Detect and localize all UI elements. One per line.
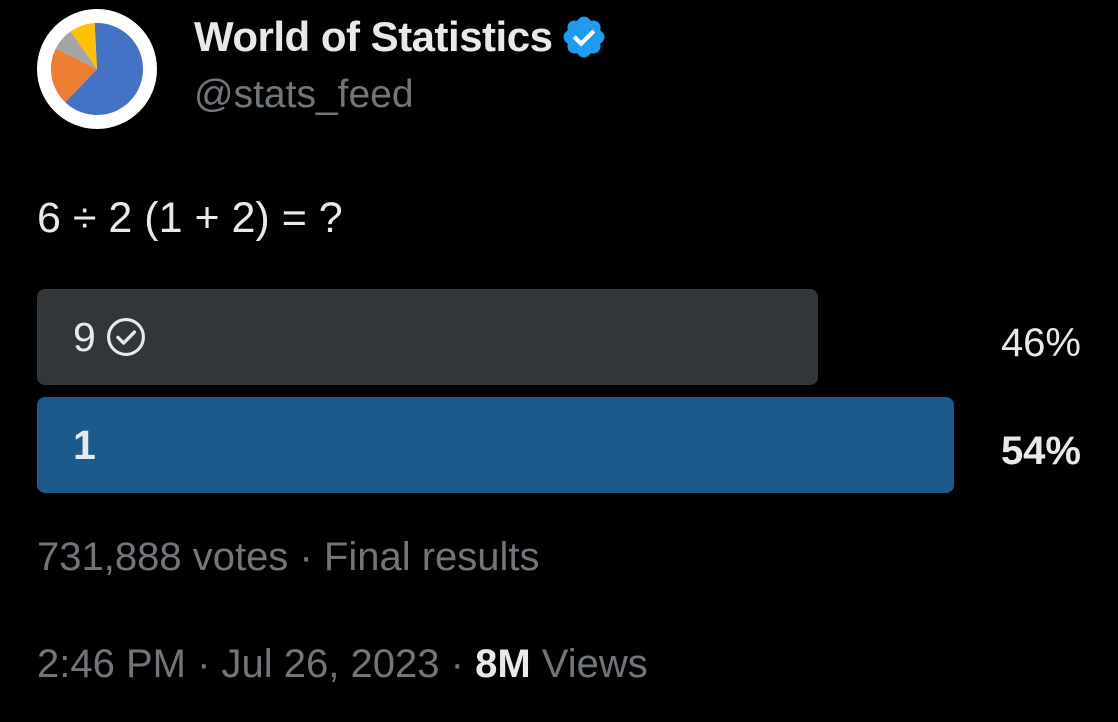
poll-option-label: 9	[73, 289, 148, 385]
separator: ·	[299, 535, 313, 579]
poll-option-text: 9	[73, 313, 96, 360]
pie-chart-icon	[51, 23, 143, 115]
poll-option-1: 9 46%	[37, 289, 1081, 385]
poll-status: Final results	[323, 535, 540, 579]
poll-option-text: 1	[73, 421, 96, 468]
verified-badge-icon	[563, 16, 605, 58]
post-time[interactable]: 2:46 PM	[37, 642, 186, 686]
tweet-text: 6 ÷ 2 (1 + 2) = ?	[37, 194, 343, 242]
display-name[interactable]: World of Statistics	[194, 12, 608, 62]
post-date[interactable]: Jul 26, 2023	[222, 642, 440, 686]
vote-count: 731,888 votes	[37, 535, 289, 579]
account-handle[interactable]: @stats_feed	[194, 73, 414, 117]
poll-option-2: 1 54%	[37, 397, 1081, 493]
avatar[interactable]	[37, 9, 157, 129]
separator: ·	[197, 642, 211, 686]
poll-option-label: 1	[73, 397, 96, 493]
tweet-metadata: 2:46 PM · Jul 26, 2023 · 8M Views	[37, 642, 648, 687]
check-circle-icon	[106, 318, 145, 356]
poll-percent: 46%	[1000, 320, 1081, 365]
display-name-text: World of Statistics	[194, 13, 553, 60]
views-label[interactable]: Views	[542, 642, 648, 686]
poll-result-bar	[37, 289, 818, 385]
poll-percent: 54%	[1000, 428, 1081, 473]
poll-result-bar	[37, 397, 954, 493]
separator: ·	[450, 642, 464, 686]
poll-summary: 731,888 votes · Final results	[37, 535, 540, 580]
views-count[interactable]: 8M	[475, 642, 531, 686]
